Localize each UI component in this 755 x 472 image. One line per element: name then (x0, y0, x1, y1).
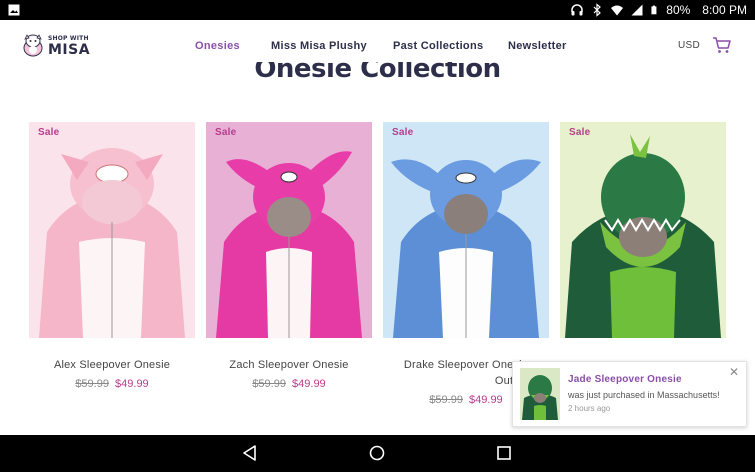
collection-title: Onesie Collection (254, 62, 501, 84)
product-image[interactable]: Sale (560, 122, 726, 338)
nav-item-past-collections[interactable]: Past Collections (393, 40, 483, 52)
notification-product-thumbnail (520, 368, 560, 420)
nav-item-miss-misa-plushy[interactable]: Miss Misa Plushy (271, 40, 367, 52)
sale-price: $49.99 (469, 394, 503, 406)
battery-icon (651, 5, 657, 15)
nav-item-newsletter[interactable]: Newsletter (508, 40, 567, 52)
original-price: $59.99 (429, 394, 463, 406)
sale-price: $49.99 (292, 378, 326, 390)
product-price: $59.99 $49.99 (206, 378, 372, 390)
product-image[interactable]: Sale (383, 122, 549, 338)
cart-icon[interactable] (712, 36, 732, 54)
home-icon[interactable] (368, 444, 386, 462)
original-price: $59.99 (252, 378, 286, 390)
system-navigation-bar (0, 435, 755, 472)
purchase-notification[interactable]: Jade Sleepover Onesie was just purchased… (512, 361, 747, 427)
sale-badge: Sale (392, 127, 414, 138)
headphones-icon (571, 4, 584, 16)
product-card[interactable]: Sale Alex Sleepover Onesie $59.99 $49.99 (29, 122, 195, 390)
clock: 8:00 PM (702, 3, 747, 17)
sale-badge: Sale (215, 127, 237, 138)
recents-icon[interactable] (495, 444, 513, 462)
original-price: $59.99 (75, 378, 109, 390)
status-bar: 80% 8:00 PM (0, 0, 755, 20)
notification-message: was just purchased in Massachusetts! (568, 390, 720, 400)
sale-badge: Sale (38, 127, 60, 138)
back-icon[interactable] (241, 444, 259, 462)
notification-time: 2 hours ago (568, 404, 611, 413)
image-icon (8, 4, 20, 16)
sale-price: $49.99 (115, 378, 149, 390)
product-price: $59.99 $49.99 (29, 378, 195, 390)
product-image[interactable]: Sale (206, 122, 372, 338)
currency-selector[interactable]: USD (678, 40, 700, 51)
main-nav: Onesies Miss Misa Plushy Past Collection… (0, 40, 755, 54)
product-name[interactable]: Zach Sleepover Onesie (206, 357, 372, 373)
notification-product-name[interactable]: Jade Sleepover Onesie (568, 374, 682, 385)
product-card[interactable]: Sale (560, 122, 726, 338)
product-image[interactable]: Sale (29, 122, 195, 338)
signal-icon (631, 4, 643, 16)
bluetooth-icon (593, 3, 602, 17)
battery-percent: 80% (666, 3, 691, 17)
wifi-icon (611, 5, 624, 16)
dino-onesie-image (565, 134, 721, 338)
product-name[interactable]: Alex Sleepover Onesie (29, 357, 195, 373)
bunny-onesie-image (216, 151, 362, 338)
blue-creature-onesie-image (391, 159, 541, 338)
product-card[interactable]: Sale Zach Sleepover Onesie $59.99 $49.99 (206, 122, 372, 390)
nav-item-onesies[interactable]: Onesies (195, 40, 240, 52)
pig-onesie-image (39, 148, 185, 338)
sale-badge: Sale (569, 127, 591, 138)
close-icon[interactable]: ✕ (729, 366, 739, 378)
